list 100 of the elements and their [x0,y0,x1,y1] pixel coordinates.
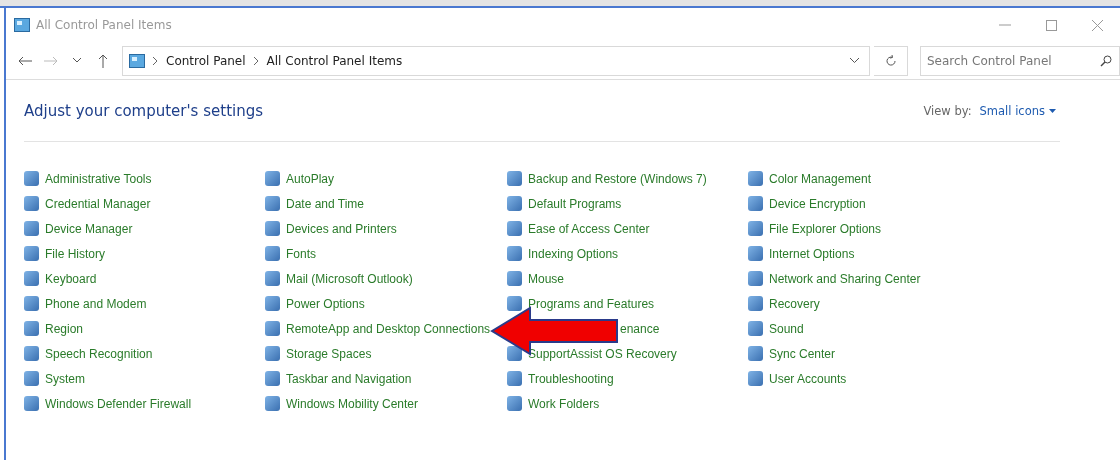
minimize-icon [999,24,1011,26]
control-panel-link[interactable]: Default Programs [507,191,622,216]
refresh-icon [884,54,897,67]
control-panel-link[interactable]: Network and Sharing Center [748,266,921,291]
control-panel-link[interactable]: Keyboard [24,266,97,291]
control-panel-item-icon [748,221,763,236]
control-panel-link[interactable]: Sound [748,316,804,341]
control-panel-item-icon [748,371,763,386]
control-panel-link[interactable]: Windows Defender Firewall [24,391,192,416]
control-panel-link[interactable]: User Accounts [748,366,847,391]
window-title: All Control Panel Items [36,18,172,32]
control-panel-link[interactable]: Administrative Tools [24,166,152,191]
control-panel-item-icon [265,271,280,286]
search-icon [1100,54,1112,67]
view-by-label: View by: [923,103,972,118]
control-panel-item-icon [265,196,280,211]
control-panel-item-icon [24,271,39,286]
forward-arrow-icon [44,55,58,66]
control-panel-link[interactable]: Sync Center [748,341,836,366]
breadcrumb[interactable]: All Control Panel Items [266,53,403,68]
control-panel-item-icon [507,171,522,186]
control-panel-link[interactable]: Device Encryption [748,191,866,216]
control-panel-item-icon [748,171,763,186]
control-panel-item-icon [24,346,39,361]
control-panel-item-icon [507,246,522,261]
control-panel-link[interactable]: Troubleshooting [507,366,614,391]
control-panel-item-icon [748,196,763,211]
control-panel-item-icon [507,396,522,411]
maximize-icon [1045,19,1057,31]
control-panel-item-icon [265,371,280,386]
control-panel-item-icon [507,296,522,311]
control-panel-item-icon [24,196,39,211]
control-panel-item-icon [748,346,763,361]
control-panel-link[interactable]: Fonts [265,241,316,266]
control-panel-item-icon [748,321,763,336]
control-panel-link[interactable]: Taskbar and Navigation [265,366,412,391]
chevron-icon [153,56,158,65]
control-panel-item-icon [507,346,522,361]
control-panel-link[interactable]: Color Management [748,166,872,191]
refresh-button[interactable] [874,45,908,76]
control-panel-link[interactable]: Mail (Microsoft Outlook) [265,266,413,291]
view-by-dropdown[interactable]: Small icons [979,103,1056,118]
close-icon [1091,19,1103,31]
control-panel-link[interactable]: Recovery [748,291,820,316]
back-arrow-icon [18,55,32,66]
control-panel-item-icon [507,196,522,211]
control-panel-item-icon [265,171,280,186]
control-panel-link[interactable]: Speech Recognition [24,341,153,366]
control-panel-item-icon [265,396,280,411]
control-panel-link[interactable]: Region [24,316,84,341]
control-panel-link[interactable]: Storage Spaces [265,341,372,366]
control-panel-item-icon [24,296,39,311]
control-panel-link[interactable]: Windows Mobility Center [265,391,419,416]
control-panel-link[interactable]: Programs and Features [507,291,655,316]
control-panel-link[interactable]: Backup and Restore (Windows 7) [507,166,707,191]
control-panel-link[interactable]: SupportAssist OS Recovery [507,341,677,366]
chevron-down-icon[interactable] [850,58,859,63]
control-panel-item-icon [748,271,763,286]
control-panel-link[interactable]: Mouse [507,266,565,291]
control-panel-icon [14,18,30,32]
control-panel-link[interactable]: File History [24,241,105,266]
control-panel-link[interactable]: AutoPlay [265,166,335,191]
caret-icon [1049,108,1056,113]
control-panel-item-icon [748,296,763,311]
control-panel-item-icon [507,271,522,286]
control-panel-link[interactable]: Device Manager [24,216,133,241]
control-panel-item-icon [507,371,522,386]
chevron-down-icon [73,58,81,63]
control-panel-link[interactable]: File Explorer Options [748,216,882,241]
control-panel-item-icon [748,246,763,261]
control-panel-link[interactable]: Credential Manager [24,191,151,216]
control-panel-item-icon [265,221,280,236]
control-panel-item-icon [265,296,280,311]
up-arrow-icon [98,53,108,68]
control-panel-item-icon [24,396,39,411]
address-bar[interactable]: Control Panel All Control Panel Items [122,45,870,76]
control-panel-icon [129,53,145,68]
control-panel-link[interactable]: Power Options [265,291,365,316]
control-panel-item-icon [24,371,39,386]
control-panel-item-icon [265,346,280,361]
control-panel-link[interactable]: Ease of Access Center [507,216,650,241]
control-panel-item-icon [24,321,39,336]
control-panel-item-icon [265,321,280,336]
control-panel-item-icon [24,171,39,186]
control-panel-link[interactable]: Date and Time [265,191,365,216]
control-panel-item-icon [24,246,39,261]
control-panel-link[interactable]: System [24,366,85,391]
control-panel-link[interactable]: RemoteApp and Desktop Connections [265,316,491,341]
breadcrumb[interactable]: Control Panel [166,53,246,68]
control-panel-link[interactable]: enance [620,316,660,341]
search-field[interactable]: Search Control Panel [920,45,1120,76]
control-panel-link[interactable]: Devices and Printers [265,216,397,241]
control-panel-link[interactable]: Work Folders [507,391,600,416]
control-panel-link[interactable]: Internet Options [748,241,855,266]
control-panel-item-icon [24,221,39,236]
control-panel-item-icon [507,221,522,236]
control-panel-link[interactable]: Phone and Modem [24,291,147,316]
control-panel-link[interactable]: Indexing Options [507,241,619,266]
chevron-icon [253,56,259,65]
control-panel-item-icon [265,246,280,261]
